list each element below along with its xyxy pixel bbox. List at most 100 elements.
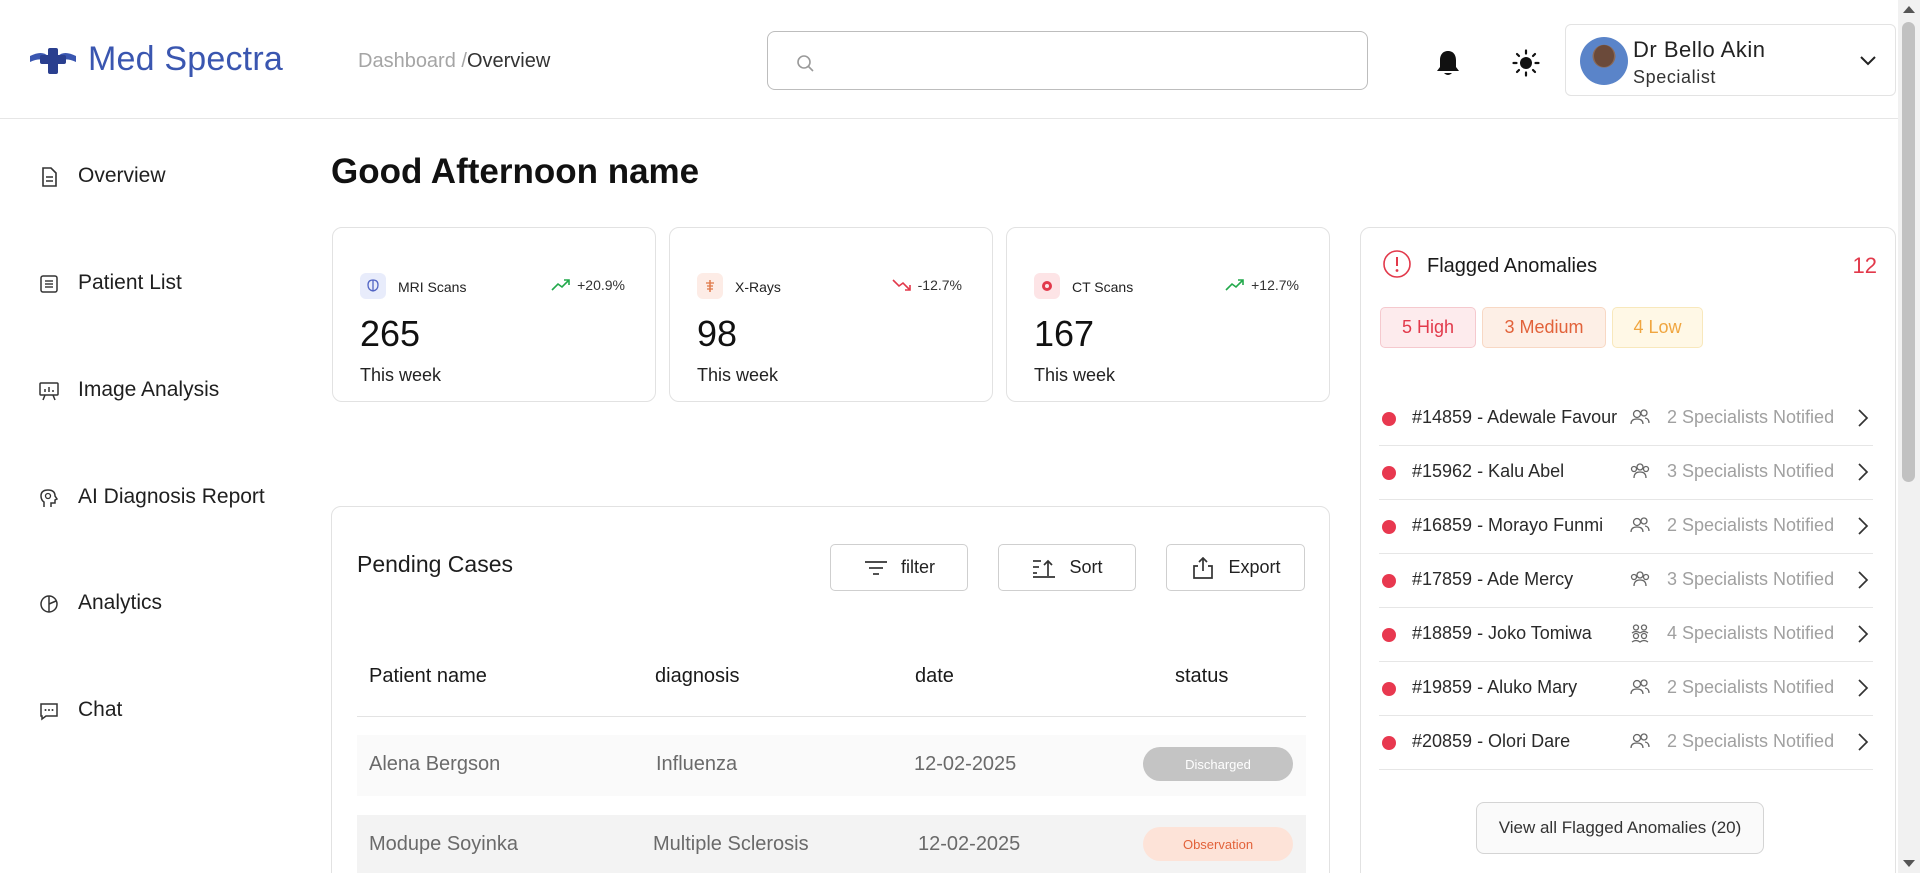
- chevron-right-icon[interactable]: [1857, 678, 1869, 698]
- view-all-flagged-button[interactable]: View all Flagged Anomalies (20): [1476, 802, 1764, 854]
- sidebar-item-label: Analytics: [78, 591, 163, 614]
- chevron-right-icon[interactable]: [1857, 570, 1869, 590]
- app-name: Med Spectra: [88, 40, 283, 78]
- table-row[interactable]: Modupe Soyinka Multiple Sclerosis 12-02-…: [357, 815, 1306, 873]
- theme-toggle-icon[interactable]: [1512, 49, 1540, 77]
- sort-label: Sort: [1069, 557, 1103, 577]
- people-icon: [1630, 409, 1650, 425]
- stat-card-ct[interactable]: CT Scans +12.7% 167 This week: [1006, 227, 1330, 402]
- low-severity-pill[interactable]: 4 Low: [1612, 307, 1703, 348]
- trend-indicator: +20.9%: [551, 277, 625, 293]
- breadcrumb-current: Overview: [466, 50, 551, 72]
- people-icon: [1630, 517, 1650, 533]
- stat-title: CT Scans: [1072, 279, 1134, 295]
- page-scrollbar[interactable]: [1898, 0, 1920, 873]
- table-row[interactable]: Alena Bergson Influenza 12-02-2025 Disch…: [357, 735, 1306, 796]
- chevron-right-icon[interactable]: [1857, 732, 1869, 752]
- status-badge: Discharged: [1143, 747, 1293, 781]
- sidebar-item-label: AI Diagnosis Report: [78, 485, 265, 508]
- severity-dot: [1382, 520, 1396, 534]
- user-role: Specialist: [1633, 67, 1717, 87]
- people-icon: [1630, 679, 1650, 695]
- severity-dot: [1382, 412, 1396, 426]
- specialists-notified: 3 Specialists Notified: [1667, 569, 1835, 589]
- chevron-down-icon[interactable]: [1858, 53, 1878, 67]
- stat-period: This week: [697, 365, 779, 385]
- trend-up-icon: [1225, 279, 1244, 291]
- column-header-status[interactable]: status: [1175, 665, 1228, 688]
- column-header-patient-name[interactable]: Patient name: [369, 665, 487, 688]
- flagged-patient: #20859 - Olori Dare: [1412, 731, 1571, 751]
- filter-label: filter: [900, 557, 935, 577]
- severity-dot: [1382, 682, 1396, 696]
- sort-icon: [1033, 559, 1056, 578]
- sidebar-item-label: Chat: [78, 698, 123, 721]
- sidebar-item-overview[interactable]: Overview: [38, 164, 166, 188]
- stat-period: This week: [1034, 365, 1116, 385]
- export-button[interactable]: Export: [1166, 544, 1305, 591]
- flagged-item[interactable]: #16859 - Morayo Funmi 2 Specialists Noti…: [1379, 500, 1873, 554]
- search-input[interactable]: [767, 31, 1368, 90]
- sidebar-item-analytics[interactable]: Analytics: [38, 591, 162, 615]
- sidebar-item-chat[interactable]: Chat: [38, 698, 122, 722]
- diagnosis-cell: Influenza: [656, 753, 738, 775]
- filter-button[interactable]: filter: [830, 544, 968, 591]
- trend-value: -12.7%: [917, 277, 962, 293]
- trend-indicator: -12.7%: [892, 277, 962, 293]
- scroll-down-arrow-icon[interactable]: [1903, 860, 1915, 867]
- scrollbar-thumb[interactable]: [1902, 22, 1915, 482]
- people-icon: [1630, 463, 1650, 479]
- stat-card-mri[interactable]: MRI Scans +20.9% 265 This week: [332, 227, 656, 402]
- flagged-item[interactable]: #20859 - Olori Dare 2 Specialists Notifi…: [1379, 716, 1873, 770]
- sidebar-item-patient-list[interactable]: Patient List: [38, 271, 182, 295]
- flagged-patient: #15962 - Kalu Abel: [1412, 461, 1565, 481]
- list-icon: [40, 275, 58, 293]
- column-header-diagnosis[interactable]: diagnosis: [655, 665, 740, 688]
- high-severity-pill[interactable]: 5 High: [1380, 307, 1476, 348]
- chevron-right-icon[interactable]: [1857, 408, 1869, 428]
- avatar: [1580, 37, 1628, 85]
- column-header-date[interactable]: date: [915, 665, 954, 688]
- date-cell: 12-02-2025: [918, 833, 1021, 855]
- user-name: Dr Bello Akin: [1633, 37, 1766, 62]
- medium-severity-pill[interactable]: 3 Medium: [1482, 307, 1606, 348]
- notification-bell-icon[interactable]: [1434, 48, 1462, 78]
- stat-value: 167: [1034, 313, 1095, 354]
- specialists-notified: 2 Specialists Notified: [1667, 677, 1835, 697]
- status-badge: Observation: [1143, 827, 1293, 861]
- specialists-notified: 3 Specialists Notified: [1667, 461, 1835, 481]
- presentation-chart-icon: [39, 382, 59, 401]
- severity-dot: [1382, 466, 1396, 480]
- sort-button[interactable]: Sort: [998, 544, 1136, 591]
- severity-dot: [1382, 574, 1396, 588]
- severity-dot: [1382, 736, 1396, 750]
- user-profile-menu[interactable]: Dr Bello Akin Specialist: [1565, 24, 1896, 96]
- breadcrumb-parent[interactable]: Dashboard /: [358, 50, 467, 72]
- chevron-right-icon[interactable]: [1857, 462, 1869, 482]
- specialists-notified: 2 Specialists Notified: [1667, 407, 1835, 427]
- flagged-item[interactable]: #17859 - Ade Mercy 3 Specialists Notifie…: [1379, 554, 1873, 608]
- specialists-notified: 2 Specialists Notified: [1667, 515, 1835, 535]
- flagged-item[interactable]: #19859 - Aluko Mary 2 Specialists Notifi…: [1379, 662, 1873, 716]
- stat-value: 265: [360, 313, 421, 354]
- stat-card-xray[interactable]: X-Rays -12.7% 98 This week: [669, 227, 993, 402]
- sidebar-item-label: Patient List: [78, 271, 182, 294]
- scan-icon: [1034, 273, 1060, 299]
- page-title: Good Afternoon name: [331, 152, 700, 191]
- chevron-right-icon[interactable]: [1857, 516, 1869, 536]
- sidebar-item-image-analysis[interactable]: Image Analysis: [38, 378, 219, 402]
- flagged-item[interactable]: #14859 - Adewale Favour 2 Specialists No…: [1379, 392, 1873, 446]
- export-label: Export: [1228, 557, 1281, 577]
- patient-name-cell: Modupe Soyinka: [369, 833, 518, 855]
- stat-period: This week: [360, 365, 442, 385]
- sidebar-item-ai-diagnosis-report[interactable]: AI Diagnosis Report: [38, 485, 265, 509]
- scroll-up-arrow-icon[interactable]: [1903, 6, 1915, 13]
- sidebar-item-label: Image Analysis: [78, 378, 220, 401]
- flagged-patient: #14859 - Adewale Favour: [1412, 407, 1618, 427]
- flagged-item[interactable]: #15962 - Kalu Abel 3 Specialists Notifie…: [1379, 446, 1873, 500]
- flagged-item[interactable]: #18859 - Joko Tomiwa 4 Specialists Notif…: [1379, 608, 1873, 662]
- app-logo[interactable]: Med Spectra: [28, 40, 283, 79]
- chevron-right-icon[interactable]: [1857, 624, 1869, 644]
- specialists-notified: 2 Specialists Notified: [1667, 731, 1835, 751]
- flagged-patient: #19859 - Aluko Mary: [1412, 677, 1578, 697]
